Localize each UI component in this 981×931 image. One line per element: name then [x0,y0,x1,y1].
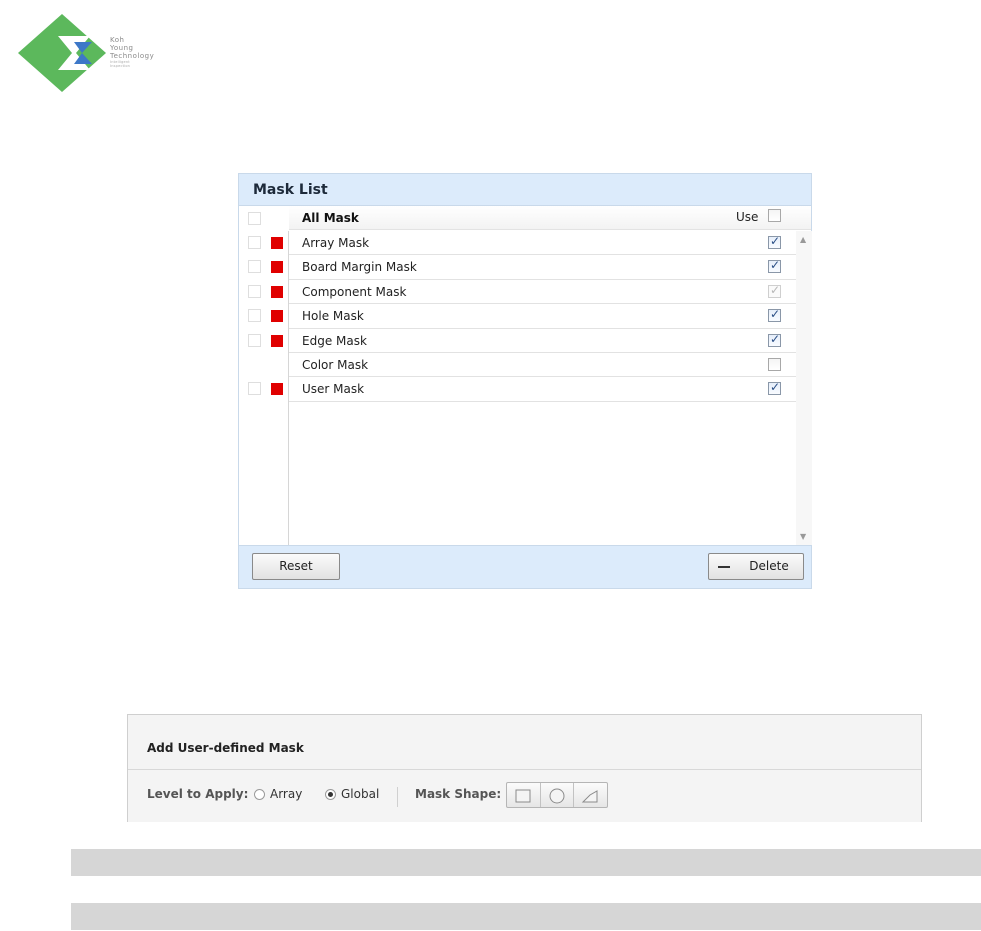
mask-color-swatch[interactable] [271,237,283,249]
mask-name: Hole Mask [302,309,364,324]
mask-name: Color Mask [302,357,369,372]
mask-color-swatch[interactable] [271,334,283,347]
row-select-checkbox[interactable] [248,309,261,323]
separator [397,787,398,807]
mask-row[interactable]: Edge Mask [239,329,796,353]
logo-line-3: Technology [110,52,155,60]
mask-name: Component Mask [302,284,407,299]
mask-list-header: All Mask Use [239,206,811,230]
mask-list-footer: Reset Delete [239,545,811,588]
mask-name: Edge Mask [302,333,367,348]
mask-row[interactable]: Component Mask [239,280,796,305]
placeholder-bar-1 [71,849,981,876]
level-global-label[interactable]: Global [341,787,379,801]
polygon-icon [582,790,598,803]
company-logo: Koh Young Technology Intelligent Inspect… [18,14,178,92]
use-checkbox[interactable] [768,332,781,347]
row-divider [289,400,796,402]
mask-row[interactable]: Hole Mask [239,304,796,329]
level-to-apply-label: Level to Apply: [147,787,249,801]
row-select-checkbox[interactable] [248,284,261,298]
mask-list-panel: Mask List All Mask Use Array Mask Board M… [238,173,812,589]
reset-button[interactable]: Reset [252,553,340,580]
shape-polygon-button[interactable] [574,783,607,807]
mask-shape-label: Mask Shape: [415,787,502,801]
shape-circle-button[interactable] [541,783,575,807]
mask-name: Array Mask [302,236,370,250]
logo-tagline-2: Inspection [110,64,131,68]
shape-rectangle-button[interactable] [507,783,541,807]
mask-color-swatch[interactable] [271,261,283,274]
scroll-down-icon[interactable]: ▼ [800,532,806,541]
logo-mark-icon [18,14,106,92]
use-column-label: Use [736,210,759,224]
select-all-checkbox[interactable] [248,212,261,225]
minus-icon [718,566,730,568]
header-background [289,206,811,230]
row-select-checkbox[interactable] [248,333,261,347]
use-all-checkbox[interactable] [768,209,781,222]
mask-row[interactable]: Color Mask [239,353,796,378]
mask-list-title: Mask List [239,174,811,206]
mask-row[interactable]: Board Margin Mask [239,255,796,280]
logo-wordmark: Koh Young Technology Intelligent Inspect… [110,36,154,68]
placeholder-bar-2 [71,903,981,930]
user-mask-options: Level to Apply: Array Global Mask Shape: [128,770,921,822]
scroll-up-icon[interactable]: ▲ [800,235,806,244]
level-array-radio[interactable] [254,789,265,800]
mask-rows: Array Mask Board Margin Mask Component Mas… [239,231,796,545]
level-global-radio[interactable] [325,789,336,800]
delete-label: Delete [749,559,789,573]
mask-row[interactable]: User Mask [239,377,796,402]
use-checkbox[interactable] [768,307,781,323]
column-divider [288,231,289,545]
mask-list-scrollbar[interactable]: ▲ ▼ [796,231,812,545]
row-select-checkbox[interactable] [248,236,261,249]
user-mask-title: Add User-defined Mask [128,715,921,770]
rectangle-icon [515,789,531,803]
all-mask-label: All Mask [302,211,359,225]
delete-button[interactable]: Delete [708,553,804,580]
use-checkbox[interactable] [768,234,781,249]
use-checkbox[interactable] [768,380,781,396]
level-array-label[interactable]: Array [270,787,302,801]
use-checkbox[interactable] [768,357,781,371]
row-select-checkbox[interactable] [248,382,261,396]
mask-name: User Mask [302,382,365,397]
logo-line-2: Young [110,44,134,52]
mask-color-swatch[interactable] [271,285,283,298]
mask-color-swatch[interactable] [271,310,283,323]
circle-icon [549,788,565,804]
mask-color-swatch[interactable] [271,383,283,396]
use-checkbox [768,283,781,298]
mask-row[interactable]: Array Mask [239,231,796,256]
mask-name: Board Margin Mask [302,260,417,275]
use-checkbox[interactable] [768,258,781,274]
user-mask-panel: Add User-defined Mask Level to Apply: Ar… [127,714,922,822]
row-select-checkbox[interactable] [248,260,261,274]
logo-line-1: Koh [110,36,125,44]
mask-shape-group [506,782,608,808]
